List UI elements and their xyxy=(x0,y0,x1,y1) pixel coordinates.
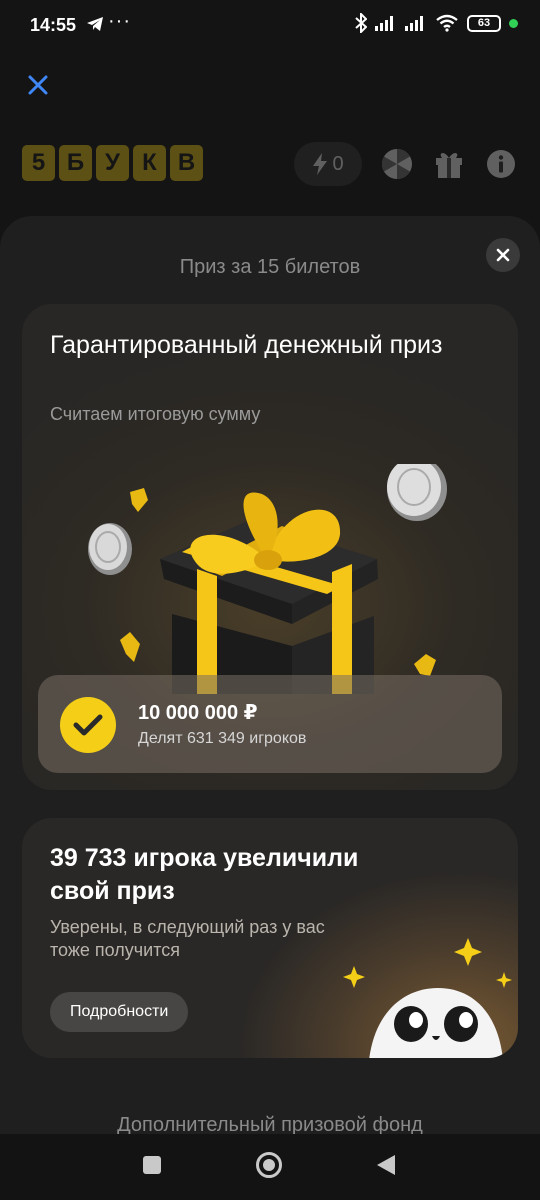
info-icon xyxy=(487,150,515,178)
status-icons: 63 xyxy=(355,13,518,33)
status-time: 14:55 xyxy=(30,15,77,35)
green-dot-icon xyxy=(509,18,518,28)
more-notifications-icon: ··· xyxy=(108,10,131,32)
details-button[interactable]: Подробности xyxy=(50,992,189,1032)
wheel-icon xyxy=(381,149,412,179)
sparkle-icon xyxy=(343,966,365,988)
battery-icon: 63 xyxy=(467,14,501,32)
prize-increase-title: 39 733 игрока увеличили свой приз xyxy=(50,844,359,905)
back-icon[interactable] xyxy=(377,1155,395,1175)
sparkle-icon xyxy=(496,972,512,988)
app-logo: 5 Б У К В xyxy=(22,145,203,181)
logo-letter: К xyxy=(133,145,166,181)
close-icon[interactable] xyxy=(26,73,50,97)
status-bar: 14:55 ··· 63 xyxy=(0,0,540,52)
sheet-title: Приз за 15 билетов xyxy=(179,256,361,278)
top-actions: 0 xyxy=(294,142,518,186)
gift-icon xyxy=(436,153,462,178)
logo-letter: В xyxy=(170,145,203,181)
energy-count: 0 xyxy=(332,152,344,175)
wifi-icon xyxy=(436,14,458,32)
wheel-button[interactable] xyxy=(380,147,414,181)
coin-icon xyxy=(88,523,132,575)
prize-increase-subtitle: Уверены, в следующий раз у вас тоже полу… xyxy=(50,917,325,960)
bolt-icon xyxy=(313,153,328,175)
info-button[interactable] xyxy=(484,147,518,181)
sparkle-icon xyxy=(454,938,482,966)
prize-sheet: Приз за 15 билетов Гарантированный денеж… xyxy=(0,216,540,1200)
gift-illustration xyxy=(88,464,447,694)
signal-icon xyxy=(405,16,423,31)
guaranteed-prize-card: Гарантированный денежный приз Считаем ит… xyxy=(22,304,518,790)
telegram-icon xyxy=(87,17,103,31)
gift-button[interactable] xyxy=(432,147,466,181)
signal-icon xyxy=(375,16,393,31)
prize-amount-row: 10 000 000 ₽ Делят 631 349 игроков xyxy=(38,675,502,773)
check-icon xyxy=(60,697,116,753)
logo-letter: У xyxy=(96,145,129,181)
prize-amount: 10 000 000 ₽ xyxy=(138,702,258,724)
prize-increase-card: 39 733 игрока увеличили свой приз Уверен… xyxy=(22,818,518,1058)
recents-icon[interactable] xyxy=(143,1156,161,1174)
logo-letter: 5 xyxy=(22,145,55,181)
guaranteed-prize-subtitle: Считаем итоговую сумму xyxy=(50,404,261,424)
energy-button[interactable]: 0 xyxy=(294,142,362,186)
prize-shared-count: Делят 631 349 игроков xyxy=(138,730,307,747)
logo-letter: Б xyxy=(59,145,92,181)
navigation-bar xyxy=(0,1134,540,1200)
bluetooth-icon xyxy=(355,13,367,33)
mascot-illustration xyxy=(343,938,512,1058)
home-icon[interactable] xyxy=(256,1152,282,1178)
guaranteed-prize-title: Гарантированный денежный приз xyxy=(50,331,443,359)
coin-icon xyxy=(387,464,447,521)
